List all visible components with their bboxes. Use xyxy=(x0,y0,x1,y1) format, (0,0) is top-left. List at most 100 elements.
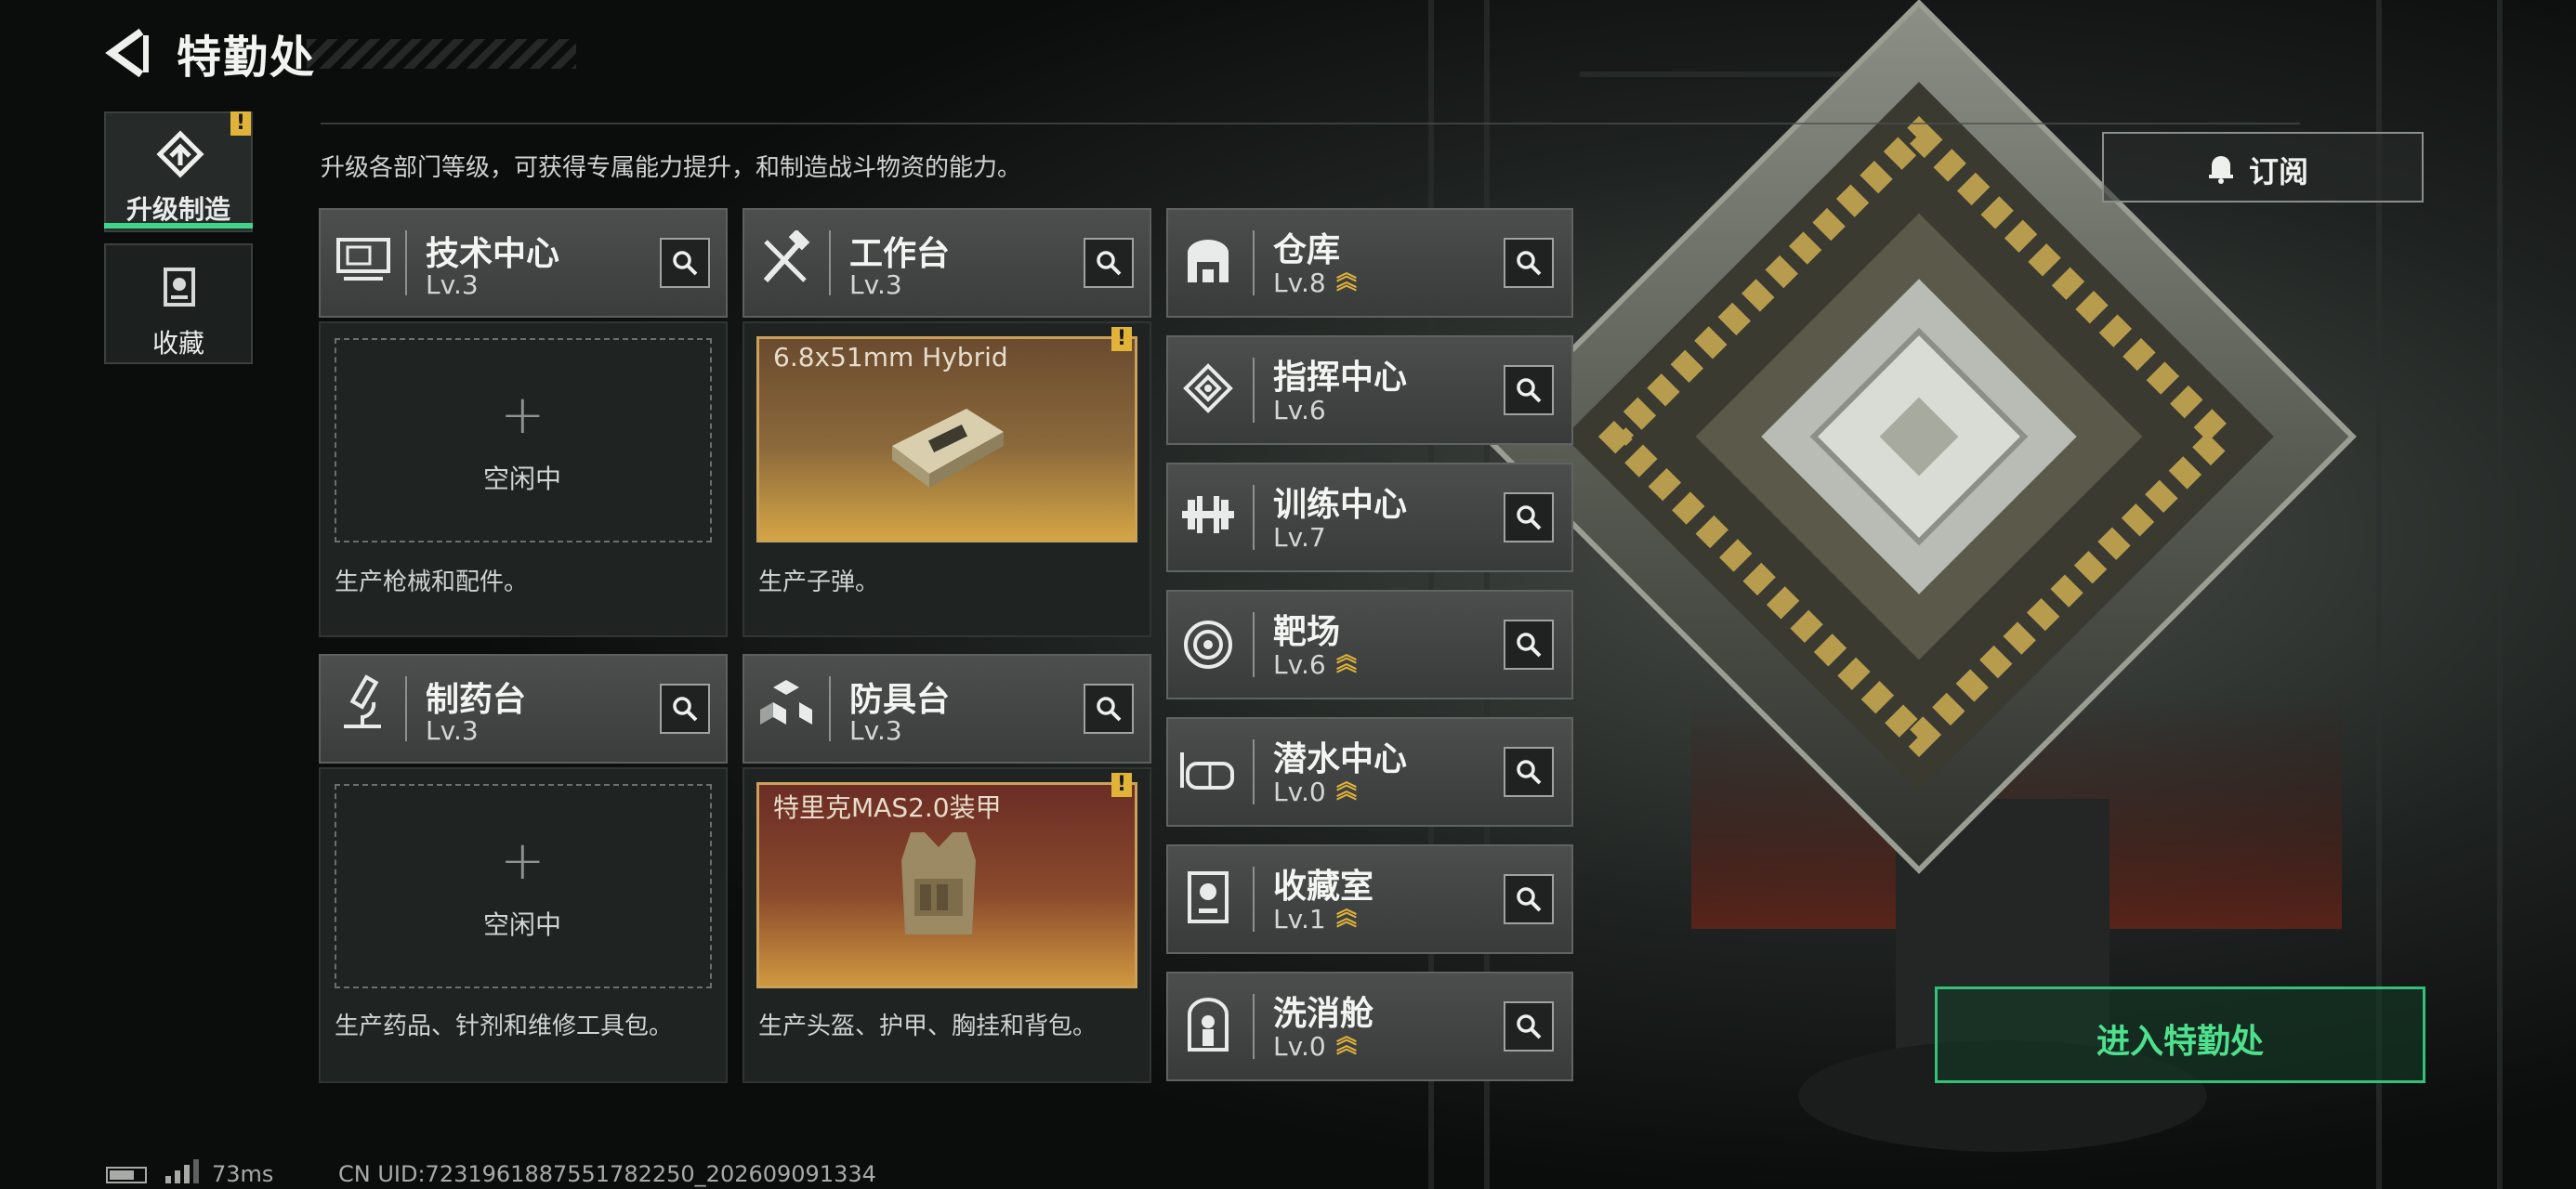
user-uid: CN UID:7231961887551782250_202609091334 xyxy=(338,1161,876,1187)
diving-center-icon xyxy=(1180,752,1234,790)
facility-level: Lv.8 xyxy=(1273,268,1326,298)
facility-name: 收藏室 xyxy=(1273,868,1374,906)
upgrade-available-icon: ︽ ︽ xyxy=(1336,898,1358,931)
slot-status: 空闲中 xyxy=(483,464,562,494)
crafting-item-name: 6.8x51mm Hybrid xyxy=(773,342,1008,372)
add-icon: + xyxy=(500,829,545,892)
nav-active-indicator xyxy=(104,223,253,229)
subscribe-label: 订阅 xyxy=(2249,154,2309,189)
search-button[interactable] xyxy=(1504,492,1554,542)
facility-name: 训练中心 xyxy=(1273,486,1408,524)
dept-name: 制药台 xyxy=(426,681,527,719)
search-icon xyxy=(1517,251,1542,276)
collection-room-icon xyxy=(1188,871,1229,923)
dept-level: Lv.3 xyxy=(426,269,479,300)
dept-description: 生产药品、针剂和维修工具包。 xyxy=(335,1013,674,1040)
search-icon xyxy=(1517,378,1542,403)
search-button[interactable] xyxy=(1504,238,1554,288)
search-icon xyxy=(1097,251,1122,276)
nav-alert-badge: ! xyxy=(230,111,251,136)
page-title: 特勤处 xyxy=(177,32,317,84)
tech-center-icon xyxy=(336,238,390,281)
search-button[interactable] xyxy=(660,238,710,288)
training-center-icon xyxy=(1182,496,1234,533)
alert-badge: ! xyxy=(1111,327,1132,351)
facility-name: 指挥中心 xyxy=(1273,359,1408,397)
signal-icon xyxy=(165,1159,199,1183)
armor-bench-icon xyxy=(760,680,812,725)
card-divider xyxy=(1253,230,1255,295)
armor-vest-image xyxy=(901,832,976,934)
card-divider xyxy=(405,230,407,295)
facility-level: Lv.0 xyxy=(1273,1031,1326,1062)
search-icon xyxy=(1517,505,1542,530)
search-icon xyxy=(1517,633,1542,658)
facility-level: Lv.6 xyxy=(1273,649,1326,680)
decontamination-icon xyxy=(1188,998,1229,1052)
dept-name: 防具台 xyxy=(849,681,951,719)
card-divider xyxy=(1253,994,1255,1059)
collection-icon xyxy=(164,268,195,307)
workbench-icon xyxy=(763,230,810,283)
dept-description: 生产头盔、护甲、胸挂和背包。 xyxy=(758,1013,1097,1040)
pharmacy-icon xyxy=(344,674,381,728)
search-button[interactable] xyxy=(1084,684,1134,734)
card-divider xyxy=(1253,358,1255,423)
card-divider xyxy=(829,230,831,295)
upgrade-available-icon: ︽ ︽ xyxy=(1336,771,1358,804)
ping-value: 73ms xyxy=(212,1161,274,1187)
search-button[interactable] xyxy=(1504,747,1554,797)
search-button[interactable] xyxy=(1504,874,1554,924)
upgrade-craft-icon xyxy=(156,130,204,178)
search-button[interactable] xyxy=(660,684,710,734)
warehouse-icon xyxy=(1188,240,1229,282)
search-icon xyxy=(1517,1014,1542,1039)
facility-name: 靶场 xyxy=(1273,613,1341,651)
card-divider xyxy=(1253,485,1255,550)
slot-status: 空闲中 xyxy=(483,909,562,940)
facility-level: Lv.6 xyxy=(1273,395,1326,425)
page-description: 升级各部门等级，可获得专属能力提升，和制造战斗物资的能力。 xyxy=(321,154,1022,182)
facility-level: Lv.1 xyxy=(1273,904,1326,934)
nav-label-upgrade-craft: 升级制造 xyxy=(125,194,230,225)
dept-description: 生产枪械和配件。 xyxy=(335,568,529,596)
card-divider xyxy=(1253,739,1255,804)
search-icon xyxy=(1517,760,1542,785)
dept-name: 技术中心 xyxy=(426,235,560,273)
facility-level: Lv.0 xyxy=(1273,777,1326,807)
search-button[interactable] xyxy=(1504,365,1554,415)
facility-name: 仓库 xyxy=(1273,231,1341,269)
back-arrow-icon[interactable] xyxy=(102,26,156,80)
search-button[interactable] xyxy=(1504,1001,1554,1052)
search-icon xyxy=(673,697,698,722)
upgrade-available-icon: ︽ ︽ xyxy=(1336,1026,1358,1058)
shooting-range-icon xyxy=(1184,621,1232,669)
search-button[interactable] xyxy=(1504,620,1554,670)
facility-level: Lv.7 xyxy=(1273,522,1326,553)
dept-description: 生产子弹。 xyxy=(758,568,880,596)
search-icon xyxy=(673,251,698,276)
search-button[interactable] xyxy=(1084,238,1134,288)
search-icon xyxy=(1097,697,1122,722)
header-divider xyxy=(321,123,2300,124)
card-divider xyxy=(1253,612,1255,677)
battery-level xyxy=(110,1170,134,1180)
ammo-box-image xyxy=(892,409,1004,488)
enter-special-ops-label: 进入特勤处 xyxy=(2096,1023,2264,1061)
card-divider xyxy=(405,676,407,741)
upgrade-available-icon: ︽ ︽ xyxy=(1336,644,1358,676)
dept-level: Lv.3 xyxy=(426,715,479,746)
alert-badge: ! xyxy=(1111,773,1132,797)
facility-name: 洗消舱 xyxy=(1273,995,1374,1033)
crafting-item-name: 特里克MAS2.0装甲 xyxy=(773,792,1002,823)
command-center-icon xyxy=(1183,363,1233,413)
title-decoration xyxy=(307,39,576,69)
upgrade-available-icon: ︽ ︽ xyxy=(1336,262,1358,294)
nav-label-collection: 收藏 xyxy=(151,328,204,359)
dept-level: Lv.3 xyxy=(849,269,902,300)
bell-icon xyxy=(2209,156,2233,184)
card-divider xyxy=(1253,867,1255,932)
nav-tab-collection[interactable]: 收藏 xyxy=(104,243,253,364)
dept-name: 工作台 xyxy=(849,235,951,273)
add-icon: + xyxy=(500,383,545,446)
